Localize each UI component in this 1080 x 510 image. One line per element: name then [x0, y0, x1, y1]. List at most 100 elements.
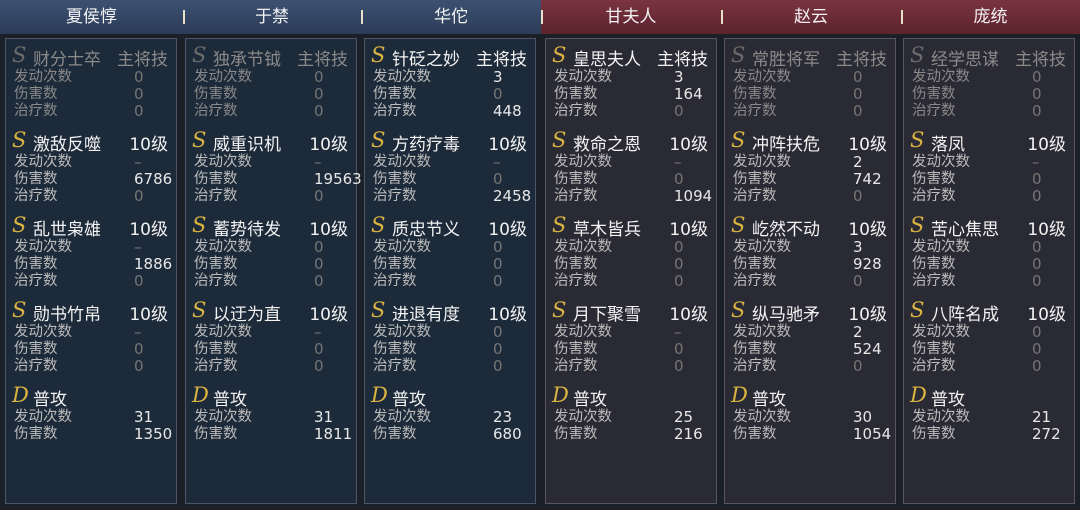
stat-row: 治疗数 0: [365, 358, 535, 375]
stat-value: 1094: [674, 187, 713, 205]
stat-row: 治疗数 0: [186, 273, 356, 290]
skill-header[interactable]: S 进退有度 10级: [365, 298, 535, 325]
stat-label: 伤害数: [733, 171, 777, 187]
stat-row: 治疗数 448: [365, 103, 535, 120]
stat-value: 0: [314, 357, 324, 375]
skill-name: 经学思谋: [931, 50, 999, 70]
skill-grade-badge: S: [731, 213, 746, 237]
stat-value: 0: [314, 187, 324, 205]
stat-value: 524: [853, 340, 882, 358]
stat-row: 发动次数 21: [904, 409, 1074, 426]
stat-row: 发动次数 –: [186, 154, 356, 171]
skill-header[interactable]: D 普攻: [365, 383, 535, 410]
stat-row: 伤害数 0: [186, 341, 356, 358]
stat-value: 0: [1032, 102, 1042, 120]
skill-header[interactable]: S 乱世枭雄 10级: [6, 213, 176, 240]
skill-grade-badge: S: [731, 43, 746, 67]
skill-header[interactable]: D 普攻: [546, 383, 716, 410]
stat-row: 伤害数 6786: [6, 171, 176, 188]
skill-header[interactable]: S 落凤 10级: [904, 128, 1074, 155]
stat-value: –: [493, 153, 501, 171]
skill-block: S 以迂为直 10级 发动次数 – 伤害数 0 治疗数 0: [186, 298, 356, 375]
general-tab-1[interactable]: 夏侯惇: [0, 0, 183, 34]
skill-block: D 普攻 发动次数 21 伤害数 272: [904, 383, 1074, 443]
stat-row: 发动次数 25: [546, 409, 716, 426]
skill-grade-badge: S: [910, 43, 925, 67]
skill-level: 10级: [129, 220, 168, 240]
stat-label: 伤害数: [194, 341, 238, 357]
general-tab-6[interactable]: 庞统: [901, 0, 1080, 34]
stat-value: 2: [853, 153, 863, 171]
skill-block: S 方药疗毒 10级 发动次数 – 伤害数 0 治疗数 2458: [365, 128, 535, 205]
stat-value: 0: [853, 187, 863, 205]
stat-row: 治疗数 0: [725, 358, 895, 375]
skill-header[interactable]: S 皇思夫人 主将技: [546, 43, 716, 70]
general-panel-4: S 皇思夫人 主将技 发动次数 3 伤害数 164 治疗数 0 S 救命之恩 10级 发动次数 – 伤害数 0…: [545, 38, 717, 504]
skill-name: 独承节钺: [213, 50, 281, 70]
skill-header[interactable]: S 草木皆兵 10级: [546, 213, 716, 240]
stat-value: –: [134, 323, 142, 341]
stat-value: 0: [493, 357, 503, 375]
skill-header[interactable]: S 财分士卒 主将技: [6, 43, 176, 70]
skill-header[interactable]: S 激敌反噬 10级: [6, 128, 176, 155]
skill-level: 主将技: [476, 50, 527, 70]
skill-header[interactable]: S 纵马驰矛 10级: [725, 298, 895, 325]
skill-header[interactable]: S 常胜将军 主将技: [725, 43, 895, 70]
skill-grade-badge: S: [12, 213, 27, 237]
skill-header[interactable]: S 冲阵扶危 10级: [725, 128, 895, 155]
stat-value: 216: [674, 425, 703, 443]
stat-label: 发动次数: [733, 324, 791, 340]
stat-label: 伤害数: [14, 86, 58, 102]
stat-value: 0: [674, 340, 684, 358]
general-tab-3[interactable]: 华佗: [361, 0, 541, 34]
general-tab-2[interactable]: 于禁: [183, 0, 361, 34]
skill-grade-badge: S: [910, 213, 925, 237]
skill-name: 纵马驰矛: [752, 305, 820, 325]
stat-row: 治疗数 0: [725, 273, 895, 290]
skill-header[interactable]: S 经学思谋 主将技: [904, 43, 1074, 70]
general-tab-4[interactable]: 甘夫人: [541, 0, 721, 34]
stat-label: 发动次数: [733, 239, 791, 255]
stat-value: 680: [493, 425, 522, 443]
skill-grade-badge: D: [910, 383, 927, 407]
stat-row: 治疗数 0: [725, 103, 895, 120]
skill-header[interactable]: S 勋书竹帛 10级: [6, 298, 176, 325]
general-tab-5[interactable]: 赵云: [721, 0, 901, 34]
stat-value: 0: [1032, 238, 1042, 256]
skill-header[interactable]: S 救命之恩 10级: [546, 128, 716, 155]
skill-name: 以迂为直: [213, 305, 281, 325]
skill-header[interactable]: S 质忠节义 10级: [365, 213, 535, 240]
stat-label: 伤害数: [912, 341, 956, 357]
skill-header[interactable]: D 普攻: [6, 383, 176, 410]
skill-block: S 救命之恩 10级 发动次数 – 伤害数 0 治疗数 1094: [546, 128, 716, 205]
skill-level: 10级: [488, 135, 527, 155]
stat-row: 发动次数 23: [365, 409, 535, 426]
skill-header[interactable]: S 蓄势待发 10级: [186, 213, 356, 240]
skill-header[interactable]: S 屹然不动 10级: [725, 213, 895, 240]
skill-grade-badge: S: [371, 213, 386, 237]
skill-block: S 财分士卒 主将技 发动次数 0 伤害数 0 治疗数 0: [6, 43, 176, 120]
skill-header[interactable]: S 以迂为直 10级: [186, 298, 356, 325]
skill-header[interactable]: S 独承节钺 主将技: [186, 43, 356, 70]
skill-header[interactable]: D 普攻: [186, 383, 356, 410]
skill-name: 冲阵扶危: [752, 135, 820, 155]
skill-grade-badge: S: [192, 298, 207, 322]
stat-value: 0: [853, 272, 863, 290]
skill-header[interactable]: S 针砭之妙 主将技: [365, 43, 535, 70]
stat-row: 伤害数 0: [904, 171, 1074, 188]
skill-header[interactable]: S 威重识机 10级: [186, 128, 356, 155]
skill-header[interactable]: S 月下聚雪 10级: [546, 298, 716, 325]
stat-label: 治疗数: [554, 273, 598, 289]
skill-header[interactable]: D 普攻: [904, 383, 1074, 410]
skill-level: 主将技: [297, 50, 348, 70]
skill-header[interactable]: D 普攻: [725, 383, 895, 410]
stat-row: 发动次数 0: [904, 324, 1074, 341]
stat-row: 伤害数 0: [365, 256, 535, 273]
skill-header[interactable]: S 苦心焦思 10级: [904, 213, 1074, 240]
stat-row: 发动次数 0: [904, 239, 1074, 256]
stat-label: 伤害数: [373, 256, 417, 272]
skill-header[interactable]: S 方药疗毒 10级: [365, 128, 535, 155]
skill-header[interactable]: S 八阵名成 10级: [904, 298, 1074, 325]
stat-value: 0: [1032, 272, 1042, 290]
stat-row: 治疗数 1094: [546, 188, 716, 205]
